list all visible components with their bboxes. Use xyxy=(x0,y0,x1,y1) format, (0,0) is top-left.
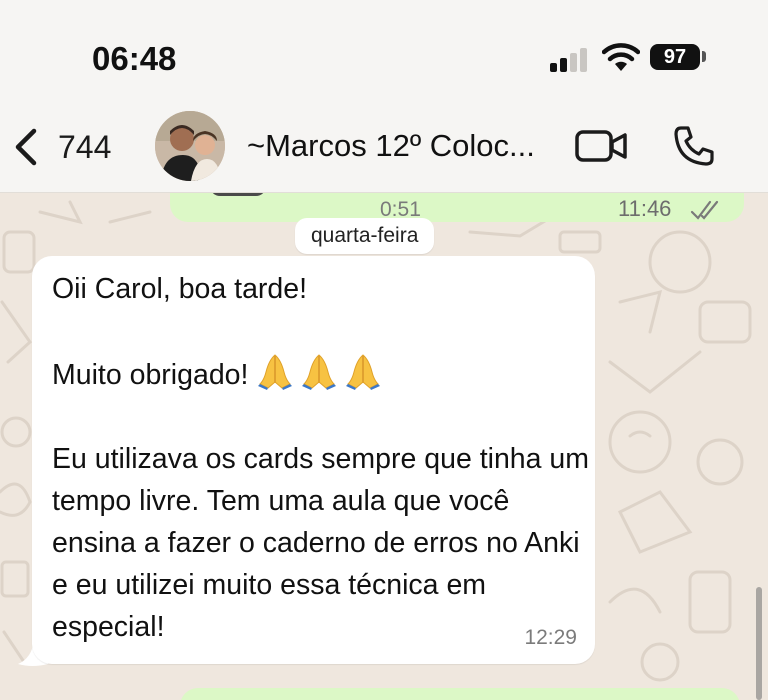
folded-hands-emoji-icon xyxy=(346,354,381,390)
contact-name[interactable]: ~Marcos 12º Coloc... xyxy=(247,128,535,164)
read-ticks-icon xyxy=(690,200,719,220)
wifi-icon xyxy=(602,43,640,71)
folded-hands-emoji-icon xyxy=(258,354,293,390)
message-thanks-line: Muito obrigado! xyxy=(52,352,592,396)
phone-call-icon[interactable] xyxy=(672,124,716,168)
battery-tip xyxy=(702,51,706,62)
video-call-icon[interactable] xyxy=(574,128,628,164)
incoming-message[interactable]: Oii Carol, boa tarde! Muito obrigado! Eu… xyxy=(32,256,595,664)
emoji-group xyxy=(256,352,382,390)
signal-icon xyxy=(550,46,590,72)
message-time: 12:29 xyxy=(524,626,577,649)
status-time: 06:48 xyxy=(92,40,177,77)
message-paragraph: Eu utilizava os cards sempre que tinha u… xyxy=(52,443,590,643)
folded-hands-emoji-icon xyxy=(302,354,337,390)
contact-avatar[interactable] xyxy=(155,111,225,181)
unread-count: 744 xyxy=(58,128,112,165)
back-button[interactable]: 744 xyxy=(12,124,111,170)
chat-header: 06:48 97 744 ~Marcos 12º Coloc... xyxy=(0,0,768,193)
chat-area[interactable]: 0:51 11:46 quarta-feira Oii Carol, boa t… xyxy=(0,192,768,700)
next-outgoing-message[interactable] xyxy=(180,688,740,700)
message-text: Oii Carol, boa tarde! Muito obrigado! Eu… xyxy=(52,268,592,648)
date-separator: quarta-feira xyxy=(295,218,435,254)
battery-icon: 97 xyxy=(650,44,700,70)
previous-message-time: 11:46 xyxy=(618,196,672,221)
scrollbar[interactable] xyxy=(756,587,762,700)
message-thanks: Muito obrigado! xyxy=(52,359,249,391)
back-chevron-icon xyxy=(15,128,37,166)
message-greeting: Oii Carol, boa tarde! xyxy=(52,273,308,305)
